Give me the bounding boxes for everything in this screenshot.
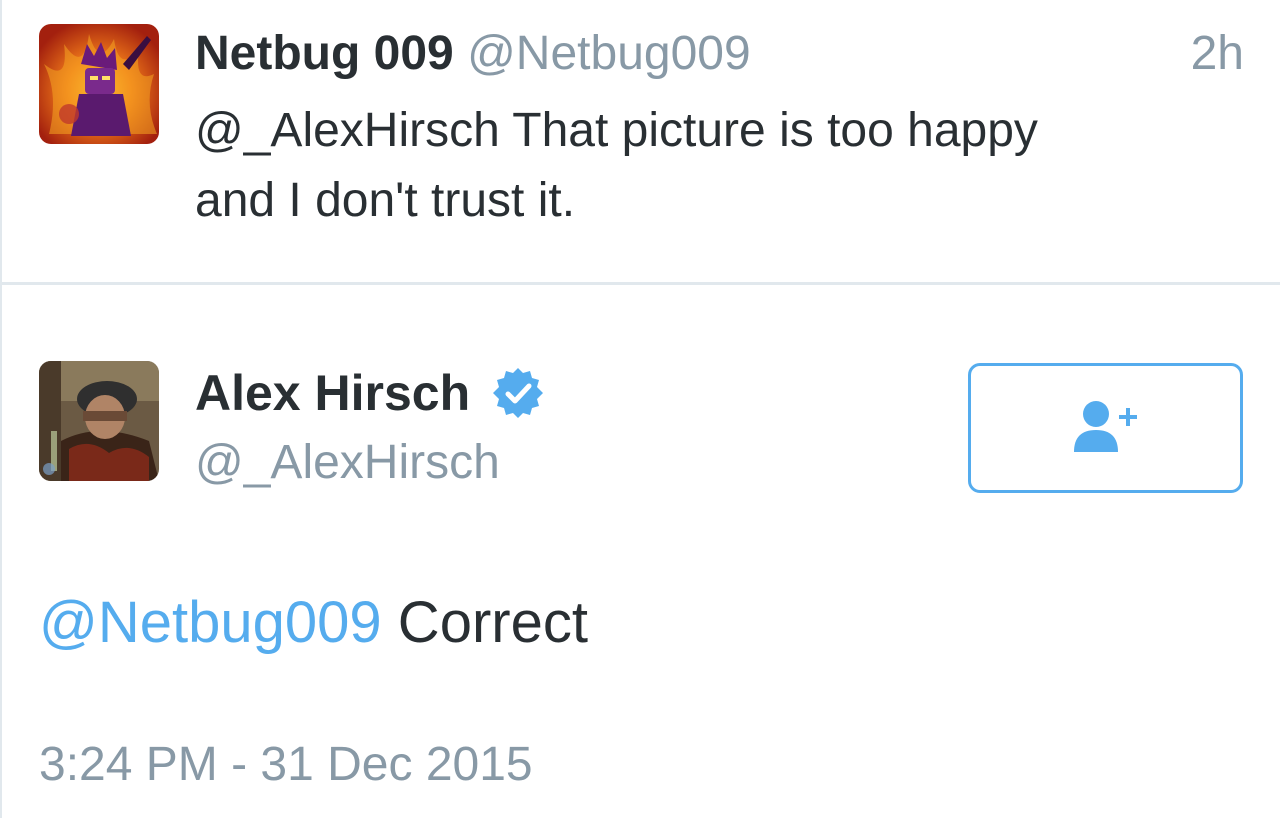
- reply-handle[interactable]: @Netbug009: [467, 27, 751, 80]
- reply-display-name[interactable]: Netbug 009: [195, 27, 454, 80]
- main-display-name[interactable]: Alex Hirsch: [195, 363, 470, 423]
- main-author-name-line[interactable]: Alex Hirsch: [195, 363, 546, 423]
- follow-button[interactable]: [968, 363, 1243, 493]
- reply-tweet[interactable]: Netbug 009 @Netbug009 2h @_AlexHirsch Th…: [2, 0, 1280, 285]
- reply-text: @_AlexHirsch That picture is too happy a…: [195, 96, 1215, 236]
- tweet-detail-view: Netbug 009 @Netbug009 2h @_AlexHirsch Th…: [0, 0, 1280, 818]
- netbug-avatar[interactable]: [39, 24, 159, 144]
- main-handle[interactable]: @_AlexHirsch: [195, 433, 500, 493]
- reply-text-line-2: and I don't trust it.: [195, 174, 576, 227]
- main-tweet-body: Correct: [381, 590, 588, 655]
- mention-link[interactable]: @Netbug009: [39, 590, 382, 655]
- reply-text-line-1: @_AlexHirsch That picture is too happy: [195, 104, 1038, 157]
- add-user-icon: [1066, 396, 1146, 461]
- main-tweet: Alex Hirsch @_AlexHirsch @Netbug009 Corr…: [2, 285, 1280, 818]
- tweet-timestamp[interactable]: 3:24 PM - 31 Dec 2015: [39, 735, 533, 795]
- reply-time-ago: 2h: [1190, 27, 1244, 80]
- main-tweet-text: @Netbug009 Correct: [39, 588, 588, 658]
- alex-avatar[interactable]: [39, 361, 159, 481]
- verified-badge-icon: [490, 365, 546, 421]
- reply-author-line[interactable]: Netbug 009 @Netbug009: [195, 24, 751, 84]
